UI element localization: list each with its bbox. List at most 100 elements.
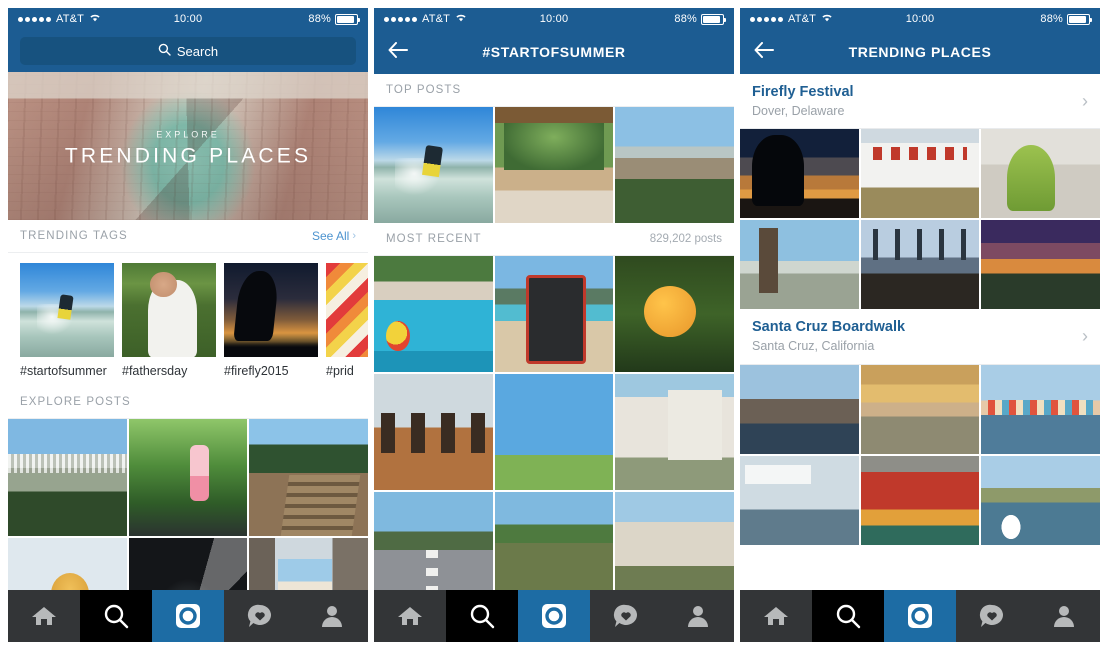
camera-explore-icon	[542, 604, 566, 628]
places-scroll-area[interactable]: Firefly Festival Dover, Delaware › Santa…	[740, 74, 1100, 590]
tab-activity[interactable]	[590, 590, 662, 642]
tab-activity[interactable]	[224, 590, 296, 642]
post-thumbnail[interactable]	[494, 256, 614, 372]
tag-label: #startofsummer	[20, 364, 107, 378]
post-thumbnail[interactable]	[860, 364, 980, 454]
post-thumbnail[interactable]	[860, 455, 980, 545]
post-thumbnail[interactable]	[374, 107, 493, 223]
search-icon	[104, 604, 129, 629]
place-row-santa-cruz-boardwalk[interactable]: Santa Cruz Boardwalk Santa Cruz, Califor…	[740, 309, 1100, 365]
place-photo-grid-firefly[interactable]	[740, 129, 1100, 310]
home-icon	[764, 607, 788, 625]
post-thumbnail[interactable]	[615, 256, 734, 372]
tab-explore[interactable]	[518, 590, 590, 642]
status-bar-left: AT&T	[750, 13, 906, 25]
post-thumbnail[interactable]	[981, 364, 1100, 454]
tag-card[interactable]: #startofsummer	[20, 263, 114, 378]
chevron-right-icon: ›	[1082, 326, 1088, 347]
heart-speech-icon	[613, 604, 637, 627]
top-posts-grid[interactable]	[374, 107, 734, 223]
tab-search[interactable]	[80, 590, 152, 642]
battery-percent-label: 88%	[674, 13, 697, 25]
person-icon	[322, 606, 342, 627]
post-thumbnail[interactable]	[374, 492, 493, 590]
explore-posts-grid[interactable]	[8, 419, 368, 590]
post-thumbnail[interactable]	[374, 256, 493, 372]
post-thumbnail[interactable]	[249, 419, 368, 536]
post-thumbnail[interactable]	[740, 220, 859, 310]
back-arrow-icon[interactable]	[388, 42, 408, 62]
bottom-tab-bar[interactable]	[740, 590, 1100, 642]
post-thumbnail[interactable]	[128, 538, 248, 590]
places-nav-header: TRENDING PLACES	[740, 30, 1100, 74]
place-text-block: Firefly Festival Dover, Delaware	[752, 83, 854, 119]
battery-icon	[701, 13, 726, 25]
place-text-block: Santa Cruz Boardwalk Santa Cruz, Califor…	[752, 318, 905, 354]
battery-icon	[1067, 13, 1092, 25]
post-thumbnail[interactable]	[860, 220, 980, 310]
signal-strength-icon	[384, 16, 417, 22]
most-recent-grid[interactable]	[374, 256, 734, 590]
tab-search[interactable]	[812, 590, 884, 642]
tab-search[interactable]	[446, 590, 518, 642]
post-count-label: 829,202 posts	[649, 233, 722, 245]
tag-card[interactable]: #fathersday	[122, 263, 216, 378]
hero-kicker-label: EXPLORE	[156, 129, 220, 140]
post-thumbnail[interactable]	[494, 107, 614, 223]
post-thumbnail[interactable]	[615, 374, 734, 490]
search-icon	[470, 604, 495, 629]
tag-thumbnail	[326, 263, 368, 357]
post-thumbnail[interactable]	[249, 538, 368, 590]
place-row-firefly-festival[interactable]: Firefly Festival Dover, Delaware ›	[740, 74, 1100, 130]
clock-label: 10:00	[173, 13, 203, 25]
explore-search-header: Search	[8, 30, 368, 72]
three-phone-screenshot-layout: AT&T 10:00 88% Search EXPLORE TRENDING P…	[0, 0, 1108, 650]
tab-home[interactable]	[8, 590, 80, 642]
tab-explore[interactable]	[152, 590, 224, 642]
tab-activity[interactable]	[956, 590, 1028, 642]
post-thumbnail[interactable]	[374, 374, 493, 490]
post-thumbnail[interactable]	[740, 455, 859, 545]
post-thumbnail[interactable]	[740, 364, 859, 454]
search-input[interactable]: Search	[20, 37, 356, 65]
post-thumbnail[interactable]	[615, 107, 734, 223]
tab-profile[interactable]	[1028, 590, 1100, 642]
top-posts-label: TOP POSTS	[386, 84, 462, 96]
post-thumbnail[interactable]	[128, 419, 248, 536]
trending-tags-carousel[interactable]: #startofsummer #fathersday #firefly2015 …	[8, 253, 368, 386]
see-all-label: See All	[311, 229, 350, 243]
heart-speech-icon	[979, 604, 1003, 627]
post-thumbnail[interactable]	[860, 129, 980, 219]
tag-card[interactable]: #firefly2015	[224, 263, 318, 378]
explore-scroll-area[interactable]: EXPLORE TRENDING PLACES TRENDING TAGS Se…	[8, 72, 368, 590]
signal-strength-icon	[18, 16, 51, 22]
post-thumbnail[interactable]	[8, 419, 127, 536]
bottom-tab-bar[interactable]	[374, 590, 734, 642]
place-photo-grid-santa-cruz[interactable]	[740, 364, 1100, 545]
post-thumbnail[interactable]	[494, 374, 614, 490]
person-icon	[688, 606, 708, 627]
post-thumbnail[interactable]	[981, 220, 1100, 310]
tab-home[interactable]	[740, 590, 812, 642]
tab-profile[interactable]	[296, 590, 368, 642]
post-thumbnail[interactable]	[494, 492, 614, 590]
tab-profile[interactable]	[662, 590, 734, 642]
post-thumbnail[interactable]	[981, 455, 1100, 545]
post-thumbnail[interactable]	[8, 538, 127, 590]
tag-card[interactable]: #prid	[326, 263, 368, 378]
post-thumbnail[interactable]	[615, 492, 734, 590]
tag-thumbnail	[224, 263, 318, 357]
post-thumbnail[interactable]	[981, 129, 1100, 219]
battery-icon	[335, 13, 360, 25]
see-all-link[interactable]: See All ›	[312, 229, 356, 243]
post-thumbnail[interactable]	[740, 129, 859, 219]
tab-home[interactable]	[374, 590, 446, 642]
camera-explore-icon	[908, 604, 932, 628]
bottom-tab-bar[interactable]	[8, 590, 368, 642]
hashtag-scroll-area[interactable]: TOP POSTS MOST RECENT 829,202 posts	[374, 74, 734, 590]
tab-explore[interactable]	[884, 590, 956, 642]
back-arrow-icon[interactable]	[754, 42, 774, 62]
most-recent-label: MOST RECENT	[386, 233, 482, 245]
trending-places-hero-banner[interactable]: EXPLORE TRENDING PLACES	[8, 72, 368, 220]
camera-explore-icon	[176, 604, 200, 628]
